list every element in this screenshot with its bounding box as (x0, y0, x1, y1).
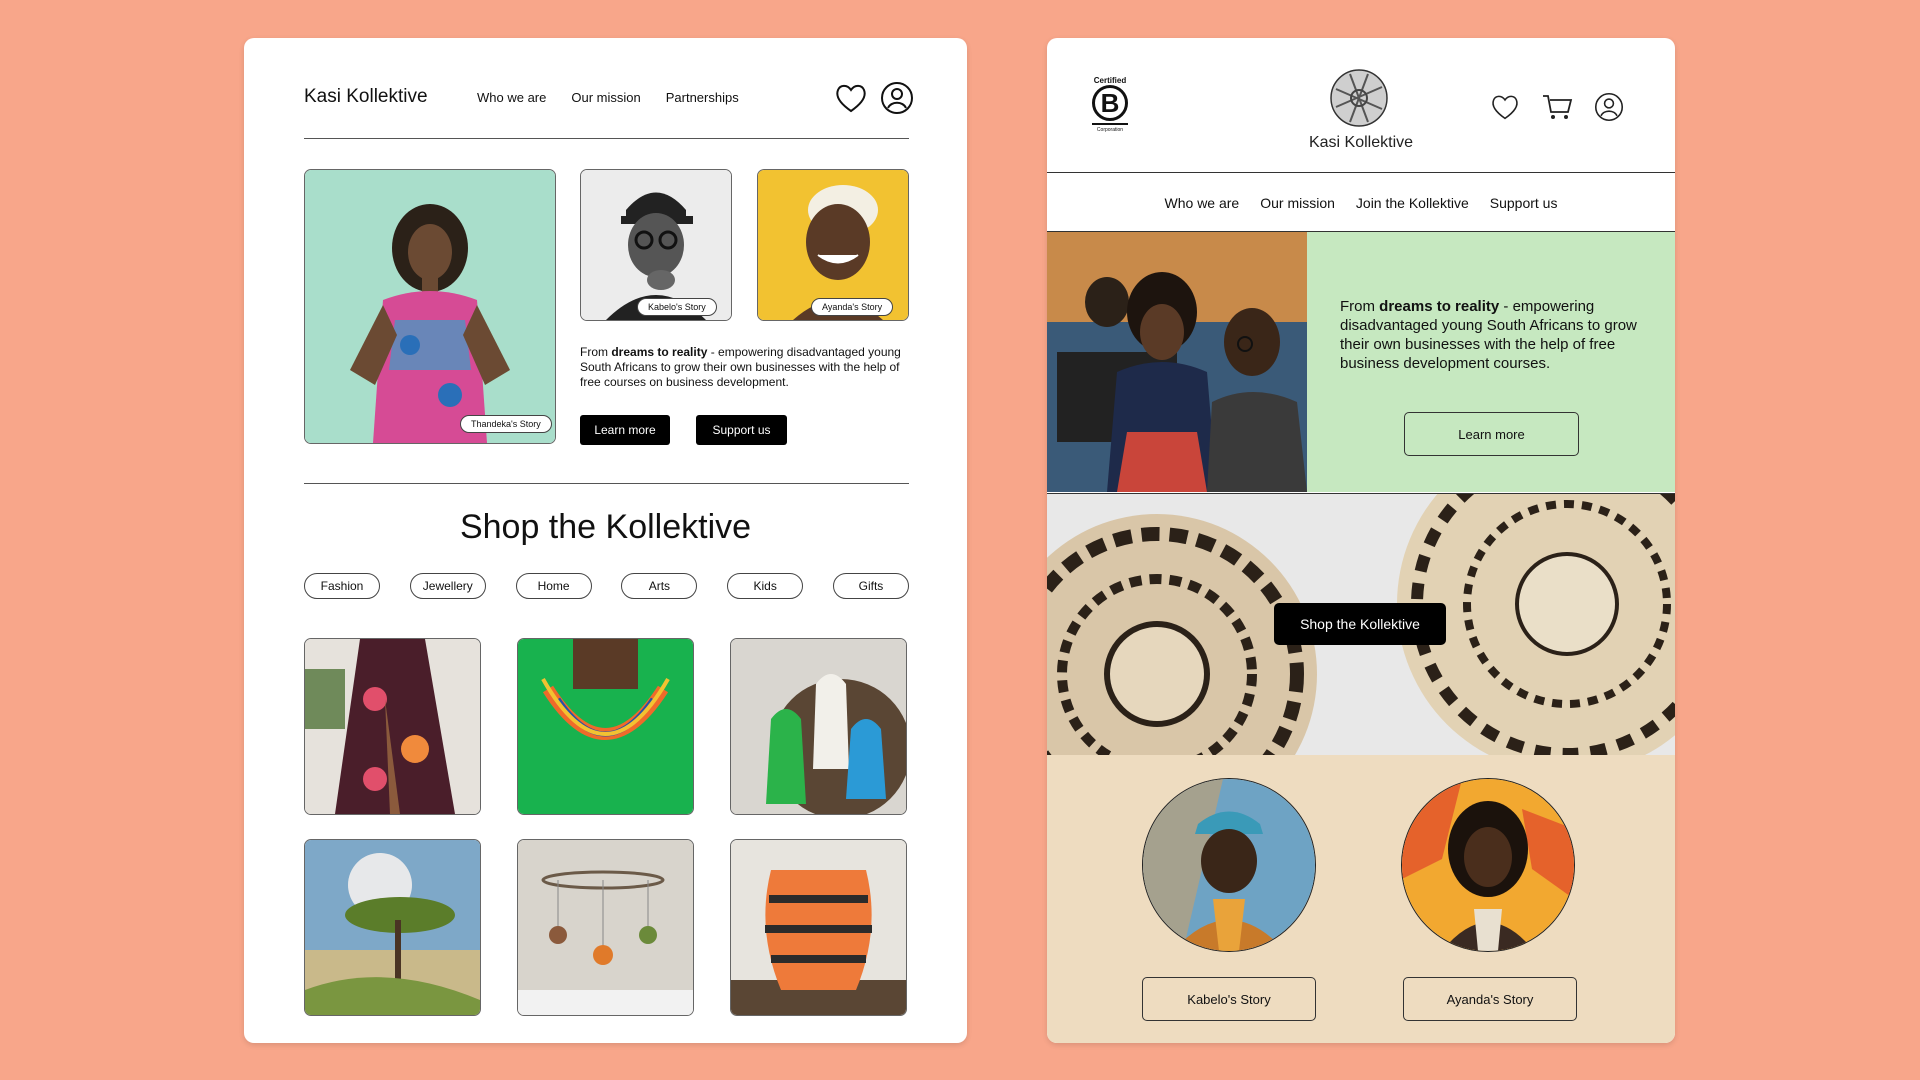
product-mobile[interactable] (517, 839, 694, 1016)
header-icons (1487, 89, 1627, 125)
nav-our-mission[interactable]: Our mission (1260, 195, 1335, 211)
nav-who-we-are[interactable]: Who we are (477, 90, 546, 105)
account-icon[interactable] (1591, 89, 1627, 125)
learn-more-button[interactable]: Learn more (1404, 412, 1579, 456)
nav-join-the-kollektive[interactable]: Join the Kollektive (1356, 195, 1469, 211)
cart-icon[interactable] (1539, 89, 1575, 125)
story-tag-kabelo[interactable]: Kabelo's Story (637, 298, 717, 316)
kabelo-story-button[interactable]: Kabelo's Story (1142, 977, 1316, 1021)
nav-support-us[interactable]: Support us (1490, 195, 1558, 211)
product-painting[interactable] (304, 839, 481, 1016)
account-icon[interactable] (878, 79, 916, 117)
category-filters: Fashion Jewellery Home Arts Kids Gifts (304, 573, 909, 599)
section-divider (304, 483, 909, 484)
product-lamps[interactable] (730, 638, 907, 815)
top-nav: Who we are Our mission Partnerships (477, 90, 739, 105)
category-arts[interactable]: Arts (621, 573, 698, 599)
kabelo-portrait[interactable] (1142, 778, 1316, 952)
story-tag-thandeka[interactable]: Thandeka's Story (460, 415, 552, 433)
nav-partnerships[interactable]: Partnerships (666, 90, 739, 105)
product-dress[interactable] (304, 638, 481, 815)
header-divider (1047, 172, 1675, 173)
category-jewellery[interactable]: Jewellery (409, 573, 486, 599)
thandeka-photo[interactable]: Thandeka's Story (304, 169, 556, 444)
header-divider (304, 138, 909, 139)
brand-name[interactable]: Kasi Kollektive (1047, 134, 1675, 152)
product-necklace[interactable] (517, 638, 694, 815)
shop-the-kollektive-button[interactable]: Shop the Kollektive (1274, 603, 1446, 645)
kabelo-photo[interactable]: Kabelo's Story (580, 169, 732, 321)
heart-icon[interactable] (832, 79, 870, 117)
main-nav: Who we are Our mission Join the Kollekti… (1047, 195, 1675, 211)
desktop-mockup-card: Kasi Kollektive Who we are Our mission P… (244, 38, 967, 1043)
brand-logo-basket[interactable] (1330, 69, 1388, 127)
hero-photo (1047, 232, 1307, 492)
support-us-button[interactable]: Support us (696, 415, 787, 445)
learn-more-button[interactable]: Learn more (580, 415, 670, 445)
heart-icon[interactable] (1487, 89, 1523, 125)
ayanda-story-button[interactable]: Ayanda's Story (1403, 977, 1577, 1021)
brand-logo-text[interactable]: Kasi Kollektive (304, 86, 428, 108)
story-tag-ayanda[interactable]: Ayanda's Story (811, 298, 894, 316)
product-basket[interactable] (730, 839, 907, 1016)
category-gifts[interactable]: Gifts (832, 573, 909, 599)
ayanda-photo[interactable]: Ayanda's Story (757, 169, 909, 321)
category-home[interactable]: Home (515, 573, 592, 599)
nav-our-mission[interactable]: Our mission (571, 90, 640, 105)
nav-who-we-are[interactable]: Who we are (1165, 195, 1240, 211)
mission-blurb: From dreams to reality - empowering disa… (580, 345, 901, 389)
ayanda-portrait[interactable] (1401, 778, 1575, 952)
category-fashion[interactable]: Fashion (304, 573, 380, 599)
category-kids[interactable]: Kids (727, 573, 804, 599)
shop-title: Shop the Kollektive (459, 508, 752, 546)
mobile-mockup-card: Certified B Corporation Kasi Kollektive … (1047, 38, 1675, 1043)
bcorp-logo: B (1092, 85, 1128, 121)
header-icons (832, 79, 916, 117)
hero-text: From dreams to reality - empowering disa… (1340, 298, 1637, 372)
bcorp-badge: Certified B Corporation (1092, 76, 1128, 133)
